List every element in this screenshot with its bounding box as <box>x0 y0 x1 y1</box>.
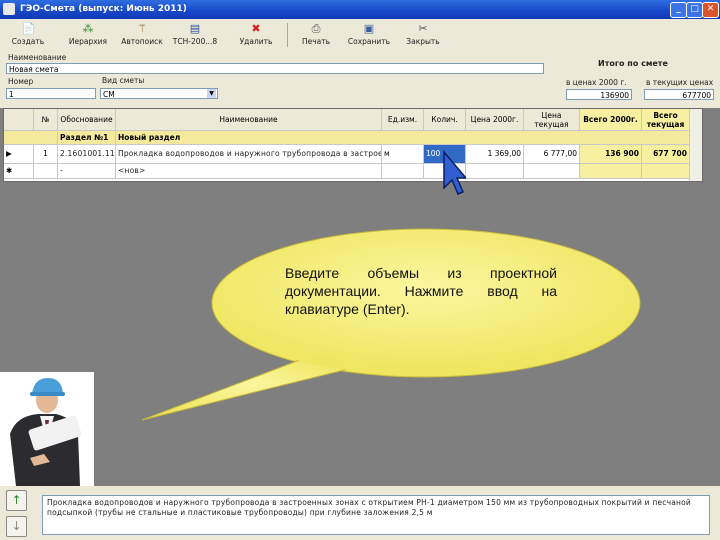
section-code[interactable]: Раздел №1 <box>58 131 116 145</box>
row-code[interactable]: 2.1601001.1102 <box>58 145 116 164</box>
col-header-name[interactable]: Наименование <box>116 109 382 131</box>
presenter-figure <box>0 372 94 486</box>
row-price2000: 1 369,00 <box>466 145 524 164</box>
move-down-button[interactable]: ↓ <box>6 516 27 537</box>
type-label: Вид сметы <box>102 76 145 85</box>
engineer-illustration <box>10 378 82 486</box>
prices-2000-label: в ценах 2000 г. <box>566 78 627 87</box>
col-header-qty[interactable]: Колич. <box>424 109 466 131</box>
prices-current-label: в текущих ценах <box>646 78 714 87</box>
row-total2000: 136 900 <box>580 145 642 164</box>
section-row-blank <box>4 131 58 145</box>
type-select[interactable]: СМ ▼ <box>100 88 218 99</box>
grid-scrollbar[interactable] <box>689 109 702 181</box>
toolbar: 📄 Создать ⁂ Иерархия ⚚ Автопоиск ▤ ТСН-2… <box>0 19 720 52</box>
hierarchy-button-label: Иерархия <box>68 37 108 46</box>
row-marker[interactable]: ▶ <box>4 145 34 164</box>
number-label: Номер <box>8 77 34 86</box>
hierarchy-icon: ⁂ <box>82 22 94 35</box>
tsn-button[interactable]: ▤ ТСН-200...8 <box>170 22 220 49</box>
print-button[interactable]: ⎙ Печать <box>296 22 336 49</box>
printer-icon: ⎙ <box>311 22 321 35</box>
book-icon: ▤ <box>189 22 201 35</box>
new-row-name[interactable]: <нов> <box>116 164 382 179</box>
number-field[interactable]: 1 <box>6 88 96 99</box>
delete-button[interactable]: ✖ Удалить <box>236 22 276 49</box>
app-icon <box>3 3 15 15</box>
estimate-grid: № Обоснование Наименование Ед.изм. Колич… <box>3 108 703 182</box>
col-header-price2000[interactable]: Цена 2000г. <box>466 109 524 131</box>
tsn-button-label: ТСН-200...8 <box>172 37 218 46</box>
type-select-value: СМ <box>103 90 115 99</box>
print-button-label: Печать <box>301 37 331 46</box>
grid-corner <box>4 109 34 131</box>
row-num: 1 <box>34 145 58 164</box>
row-name[interactable]: Прокладка водопроводов и наружного трубо… <box>116 145 382 164</box>
col-header-price-current[interactable]: Цена текущая <box>524 109 580 131</box>
col-header-num[interactable]: № <box>34 109 58 131</box>
row-price-current: 6 777,00 <box>524 145 580 164</box>
section-name[interactable]: Новый раздел <box>116 131 582 145</box>
description-panel: ↑ ↓ Прокладка водопроводов и наружного т… <box>0 486 720 540</box>
prices-current-field: 677700 <box>644 89 714 100</box>
description-text[interactable]: Прокладка водопроводов и наружного трубо… <box>42 495 710 535</box>
row-total-current: 677 700 <box>642 145 690 164</box>
new-row-total2000 <box>580 164 642 179</box>
row-unit[interactable]: м <box>382 145 424 164</box>
window-title: ГЭО-Смета (выпуск: Июнь 2011) <box>20 4 187 14</box>
title-bar: ГЭО-Смета (выпуск: Июнь 2011) _ □ ✕ <box>0 0 720 19</box>
move-up-button[interactable]: ↑ <box>6 490 27 511</box>
close-window-button[interactable]: ✕ <box>702 2 719 18</box>
delete-x-icon: ✖ <box>251 22 261 35</box>
floppy-icon: ▣ <box>363 22 375 35</box>
new-row-total-current <box>642 164 690 179</box>
estimate-form: Наименование Новая смета Номер 1 Вид сме… <box>0 51 720 108</box>
new-row-code[interactable]: - <box>58 164 116 179</box>
new-document-icon: 📄 <box>21 22 36 35</box>
autosearch-button-label: Автопоиск <box>121 37 163 46</box>
toolbar-separator <box>287 23 288 47</box>
magic-wand-icon: ⚚ <box>137 22 147 35</box>
create-button-label: Создать <box>11 37 45 46</box>
chevron-down-icon: ▼ <box>207 89 216 98</box>
maximize-button[interactable]: □ <box>686 2 703 18</box>
autosearch-button[interactable]: ⚚ Автопоиск <box>120 22 164 49</box>
create-button[interactable]: 📄 Создать <box>8 22 48 49</box>
mouse-cursor-icon <box>443 150 466 195</box>
new-row-num <box>34 164 58 179</box>
new-row-marker[interactable]: ✱ <box>4 164 34 179</box>
col-header-unit[interactable]: Ед.изм. <box>382 109 424 131</box>
new-row-price-current <box>524 164 580 179</box>
prices-2000-field: 136900 <box>566 89 632 100</box>
callout-text: Введите объемы из проектной документации… <box>285 265 557 317</box>
minimize-button[interactable]: _ <box>670 2 687 18</box>
name-label: Наименование <box>8 53 67 62</box>
save-button[interactable]: ▣ Сохранить <box>346 22 392 49</box>
col-header-total2000[interactable]: Всего 2000г. <box>580 109 642 131</box>
delete-button-label: Удалить <box>239 37 273 46</box>
col-header-code[interactable]: Обоснование <box>58 109 116 131</box>
totals-label: Итого по смете <box>598 59 668 68</box>
new-row-price2000 <box>466 164 524 179</box>
close-icon: ✂ <box>418 22 428 35</box>
close-doc-button[interactable]: ✂ Закрыть <box>402 22 444 49</box>
col-header-total-current[interactable]: Всего текущая <box>642 109 690 131</box>
section-totals-blank <box>580 131 690 145</box>
name-field[interactable]: Новая смета <box>6 63 544 74</box>
new-row-unit[interactable] <box>382 164 424 179</box>
hierarchy-button[interactable]: ⁂ Иерархия <box>66 22 110 49</box>
close-doc-button-label: Закрыть <box>406 37 440 46</box>
save-button-label: Сохранить <box>347 37 391 46</box>
